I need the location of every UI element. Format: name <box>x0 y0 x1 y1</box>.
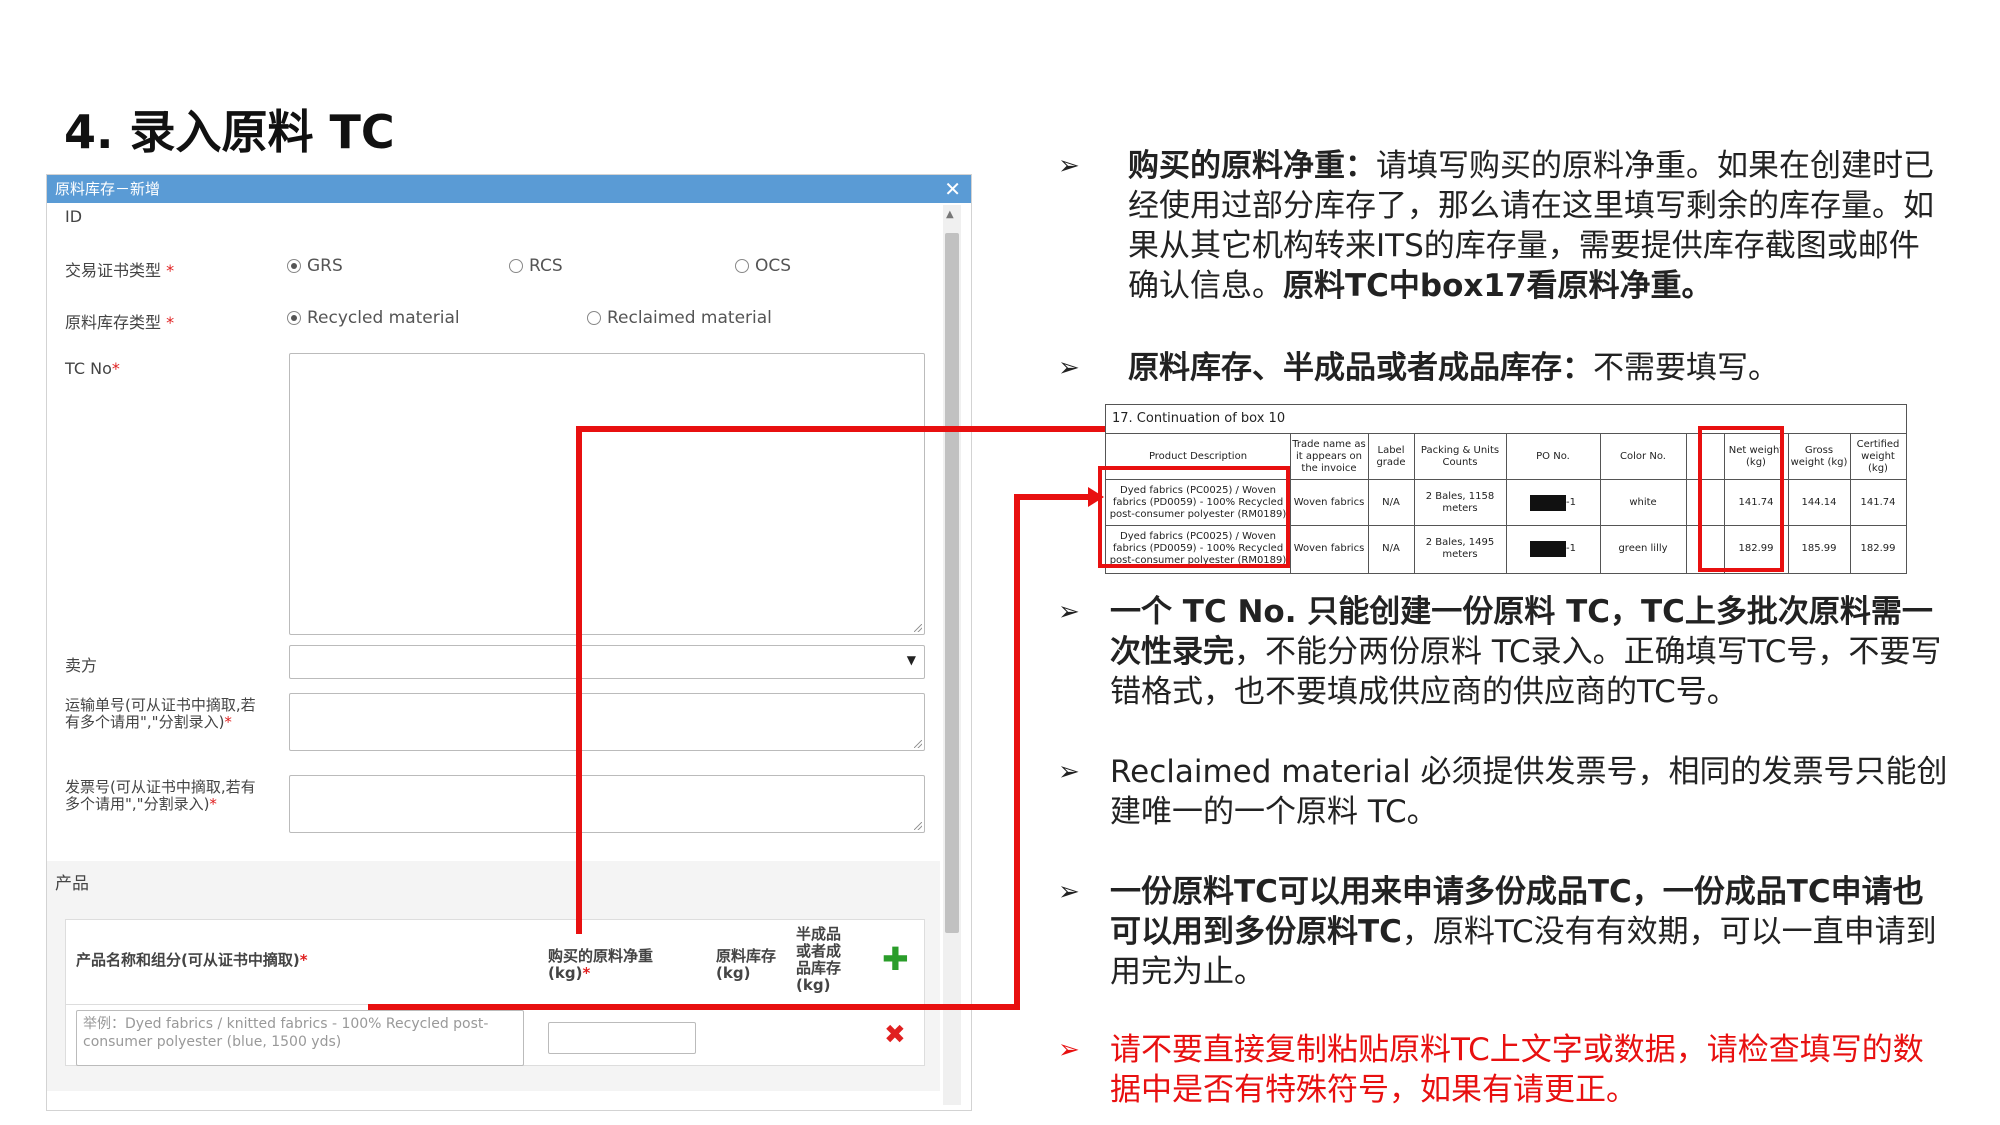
material-type-label: 原料库存类型 * <box>65 313 175 332</box>
cert-cell-po: -1 <box>1506 526 1600 572</box>
bullet-reclaimed: ➢ Reclaimed material 必须提供发票号，相同的发票号只能创建唯… <box>1058 754 1948 830</box>
radio-grs[interactable]: GRS <box>287 256 343 276</box>
radio-dot-selected[interactable] <box>287 311 301 325</box>
dialog-title: 原料库存－新增 <box>55 180 161 198</box>
highlight-net-weight <box>1698 426 1784 572</box>
cert-cell: 141.74 <box>1860 496 1896 508</box>
bullet-stock: ➢ 原料库存、半成品或者成品库存：不需要填写。 <box>1058 350 1779 386</box>
radio-ocs[interactable]: OCS <box>735 256 791 276</box>
cert-cell-po: -1 <box>1506 480 1600 525</box>
cert-cell: 182.99 <box>1860 543 1896 554</box>
dialog-scrollbar[interactable]: ▲ <box>943 205 961 1105</box>
annotation-line <box>576 426 582 934</box>
radio-dot[interactable] <box>509 259 523 273</box>
cert-header: Certified weight (kg) <box>1856 439 1900 474</box>
product-name-textarea[interactable]: 举例：Dyed fabrics / knitted fabrics - 100%… <box>76 1010 524 1066</box>
cert-cell: 144.14 <box>1801 496 1837 508</box>
cert-cell: N/A <box>1382 496 1400 508</box>
radio-dot[interactable] <box>587 311 601 325</box>
invoice-label: 发票号(可从证书中摘取,若有多个请用","分割录入)* <box>65 778 256 813</box>
radio-dot[interactable] <box>735 259 749 273</box>
invoice-no-textarea[interactable] <box>289 775 925 833</box>
col-product-name: 产品名称和组分(可从证书中摘取)* <box>76 951 308 969</box>
dialog-titlebar: 原料库存－新增 ✕ <box>47 175 971 203</box>
tc-no-label: TC No* <box>65 359 120 378</box>
cert-cell: white <box>1629 496 1657 508</box>
cert-cell: 2 Bales, 1158 meters <box>1425 490 1495 514</box>
shipping-no-textarea[interactable] <box>289 693 925 751</box>
radio-rcs[interactable]: RCS <box>509 256 563 276</box>
scrollbar-thumb[interactable] <box>945 233 959 933</box>
radio-dot-selected[interactable] <box>287 259 301 273</box>
bullet-tc-no: ➢ 一个 TC No. 只能创建一份原料 TC，TC上多批次原料需一次性录完，不… <box>1058 594 1942 710</box>
col-semi-finished-stock: 半成品或者成品库存(kg) <box>796 925 842 994</box>
delete-row-icon[interactable]: ✖ <box>884 1020 906 1050</box>
cert-box-title: 17. Continuation of box 10 <box>1112 411 1286 426</box>
tc-no-textarea[interactable] <box>289 353 925 635</box>
cert-header: PO No. <box>1536 451 1570 462</box>
cert-cell: N/A <box>1382 543 1400 554</box>
radio-recycled[interactable]: Recycled material <box>287 308 460 328</box>
cert-header: Trade name as it appears on the invoice <box>1292 439 1366 474</box>
cert-header: Gross weight (kg) <box>1790 445 1848 468</box>
add-row-icon[interactable]: ✚ <box>882 940 909 978</box>
bullet-warning: ➢ 请不要直接复制粘贴原料TC上文字或数据，请检查填写的数据中是否有特殊符号，如… <box>1058 1032 1924 1108</box>
id-label: ID <box>65 207 83 226</box>
product-table: 产品名称和组分(可从证书中摘取)* 购买的原料净重(kg)* 原料库存(kg) … <box>65 919 925 1066</box>
bullet-multi-tc: ➢ 一份原料TC可以用来申请多份成品TC，一份成品TC申请也可以用到多份原料TC… <box>1058 874 1937 990</box>
cert-type-label: 交易证书类型 * <box>65 261 175 280</box>
seller-select[interactable]: ▼ <box>289 645 925 679</box>
highlight-product-description <box>1098 466 1290 568</box>
chevron-down-icon: ▼ <box>906 653 916 667</box>
col-net-weight: 购买的原料净重(kg)* <box>548 947 654 982</box>
cert-header: Packing & Units Counts <box>1420 445 1500 468</box>
product-section-header: 产品 <box>47 861 940 901</box>
annotation-line <box>1014 494 1020 1010</box>
close-icon[interactable]: ✕ <box>944 175 961 203</box>
net-weight-input[interactable] <box>548 1022 696 1054</box>
annotation-line <box>368 1004 1020 1010</box>
col-material-stock: 原料库存(kg) <box>716 947 777 982</box>
shipping-label: 运输单号(可从证书中摘取,若有多个请用","分割录入)* <box>65 696 256 731</box>
cert-header: Label grade <box>1376 445 1406 468</box>
bullet-net-weight: ➢ 购买的原料净重：请填写购买的原料净重。如果在创建时已经使用过部分库存了，那么… <box>1058 148 1934 304</box>
slide-title: 4. 录入原料 TC <box>64 105 395 159</box>
cert-header: Color No. <box>1620 451 1666 462</box>
radio-reclaimed[interactable]: Reclaimed material <box>587 308 772 328</box>
cert-cell: green lilly <box>1618 543 1668 554</box>
scroll-up-icon[interactable]: ▲ <box>946 209 954 220</box>
cert-cell: 185.99 <box>1801 543 1837 554</box>
annotation-line <box>1014 494 1094 500</box>
cert-cell: Woven fabrics <box>1293 496 1365 508</box>
seller-label: 卖方 <box>65 656 98 675</box>
material-stock-dialog: 原料库存－新增 ✕ ▲ ID 交易证书类型 * GRS RCS OCS 原料库存… <box>46 174 972 1111</box>
cert-cell: Woven fabrics <box>1293 543 1365 554</box>
cert-cell: 2 Bales, 1495 meters <box>1425 537 1495 560</box>
